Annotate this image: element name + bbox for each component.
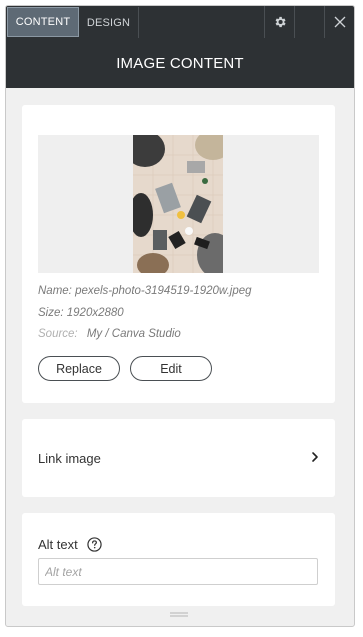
- panel-title: IMAGE CONTENT: [6, 38, 354, 88]
- alt-text-input[interactable]: [38, 558, 318, 585]
- image-card: Name: pexels-photo-3194519-1920w.jpeg Si…: [22, 105, 335, 403]
- image-content-panel: CONTENT DESIGN IMAGE CONTENT Name: pexel…: [5, 5, 355, 627]
- source-value: My / Canva Studio: [86, 328, 181, 340]
- topbar-empty-slot: [294, 6, 324, 38]
- alt-text-label: Alt text: [38, 537, 78, 552]
- gear-icon: [275, 16, 286, 28]
- alt-text-card: Alt text: [22, 513, 335, 606]
- alt-text-label-row: Alt text: [38, 537, 102, 552]
- question-circle-icon[interactable]: [87, 537, 102, 552]
- photo-illustration: [133, 135, 223, 273]
- link-image-label: Link image: [38, 451, 101, 466]
- image-name: Name: pexels-photo-3194519-1920w.jpeg: [38, 285, 252, 297]
- image-thumbnail[interactable]: [133, 135, 223, 273]
- replace-button[interactable]: Replace: [38, 356, 120, 381]
- settings-button[interactable]: [264, 6, 294, 38]
- close-button[interactable]: [324, 6, 354, 38]
- image-size: Size: 1920x2880: [38, 307, 124, 319]
- source-label: Source:: [38, 328, 78, 340]
- chevron-right-icon: [312, 452, 318, 462]
- close-icon: [334, 16, 345, 28]
- image-preview: [38, 135, 319, 273]
- tab-design[interactable]: DESIGN: [79, 7, 139, 38]
- tab-content[interactable]: CONTENT: [7, 7, 79, 37]
- top-tab-bar: CONTENT DESIGN: [6, 6, 354, 38]
- image-source: Source: My / Canva Studio: [38, 328, 181, 340]
- drag-handle-icon[interactable]: [169, 612, 189, 617]
- link-image-row[interactable]: Link image: [22, 419, 335, 497]
- edit-button[interactable]: Edit: [130, 356, 212, 381]
